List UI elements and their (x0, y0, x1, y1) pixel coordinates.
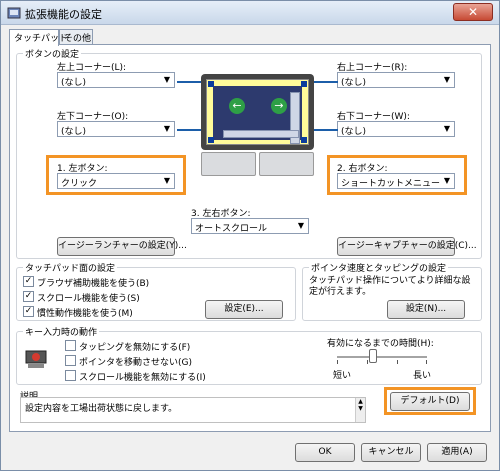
easy-capture-button[interactable]: イージーキャプチャーの設定(C)... (337, 237, 477, 256)
slider-tick (367, 360, 368, 364)
delay-slider-track[interactable] (337, 356, 427, 358)
chevron-down-icon: ▼ (163, 176, 170, 185)
corner-marker-icon (301, 81, 307, 87)
freeze-pointer-checkbox[interactable] (65, 355, 76, 366)
keyboard-icon (25, 350, 47, 368)
touchpad-screen: ← → (213, 86, 302, 144)
disable-tapping-checkbox[interactable] (65, 340, 76, 351)
description-box: 設定内容を工場出荷状態に戻します。 ▲ ▼ (20, 397, 366, 423)
window-title: 拡張機能の設定 (25, 8, 102, 21)
chevron-down-icon: ▼ (163, 75, 170, 84)
tab-panel: ボタンの設定 左上コーナー(L): (なし) ▼ 右上コーナー(R): (なし)… (9, 44, 491, 432)
long-label: 長い (413, 371, 432, 381)
touchpad-left-button (201, 152, 256, 176)
scroll-label: スクロール機能を使う(S) (37, 294, 140, 304)
slider-tick (397, 360, 398, 364)
disable-tapping-label: タッピングを無効にする(F) (79, 343, 191, 353)
touchpad-illustration: ← → (201, 74, 314, 150)
bottom-right-value: (なし) (341, 127, 367, 137)
left-button-select[interactable]: クリック ▼ (57, 173, 175, 189)
browser-assist-checkbox[interactable]: ✓ (23, 276, 34, 287)
chevron-down-icon: ▼ (297, 221, 304, 230)
bottom-left-select[interactable]: (なし) ▼ (57, 121, 175, 137)
top-left-value: (なし) (61, 78, 87, 88)
chevron-down-icon: ▼ (443, 124, 450, 133)
delay-label: 有効になるまでの時間(H): (327, 339, 434, 349)
chevron-down-icon: ▼ (443, 75, 450, 84)
pointer-speed-settings-button[interactable]: 設定(N)... (387, 300, 465, 319)
top-left-select[interactable]: (なし) ▼ (57, 72, 175, 88)
arrow-right-icon: → (271, 98, 287, 114)
surface-settings-button[interactable]: 設定(E)... (205, 300, 283, 319)
app-icon (7, 7, 21, 19)
disable-scroll-checkbox[interactable] (65, 370, 76, 381)
arrow-left-icon: ← (229, 98, 245, 114)
key-input-group: キー入力時の動作 タッピングを無効にする(F) ポインタを移動させない(G) ス… (16, 325, 482, 385)
bottom-right-select[interactable]: (なし) ▼ (337, 121, 455, 137)
delay-slider-thumb[interactable] (368, 349, 377, 363)
corner-marker-icon (301, 137, 307, 143)
left-button-value: クリック (61, 179, 98, 189)
inertia-label: 慣性動作機能を使う(M) (37, 309, 133, 319)
corner-marker-icon (208, 137, 214, 143)
pointer-speed-title: ポインタ速度とタッピングの設定 (309, 261, 449, 274)
title-bar: 拡張機能の設定 ✕ (1, 1, 499, 25)
ok-button[interactable]: OK (295, 443, 355, 462)
freeze-pointer-label: ポインタを移動させない(G) (79, 358, 192, 368)
pointer-speed-group: ポインタ速度とタッピングの設定 タッチパッド操作についてより詳細な設定が行えます… (302, 261, 482, 321)
key-input-title: キー入力時の動作 (23, 325, 100, 338)
touchpad-right-button (259, 152, 314, 176)
description-text: 設定内容を工場出荷状態に戻します。 (25, 404, 178, 414)
surface-settings-title: タッチパッド面の設定 (23, 261, 118, 274)
slider-tick (426, 360, 427, 364)
default-button[interactable]: デフォルト(D) (390, 392, 470, 411)
button-settings-group: ボタンの設定 左上コーナー(L): (なし) ▼ 右上コーナー(R): (なし)… (16, 47, 482, 259)
browser-assist-label: ブラウザ補助機能を使う(B) (37, 279, 150, 289)
horizontal-scroll-icon (223, 130, 299, 138)
pointer-speed-text: タッチパッド操作についてより詳細な設定が行えます。 (309, 276, 471, 297)
disable-scroll-label: スクロール機能を無効にする(I) (79, 373, 206, 383)
chevron-down-icon: ▼ (443, 176, 450, 185)
touchpad-surface: ← → (206, 79, 309, 145)
description-scrollbar[interactable]: ▲ ▼ (355, 398, 365, 422)
top-right-value: (なし) (341, 78, 367, 88)
top-right-select[interactable]: (なし) ▼ (337, 72, 455, 88)
apply-button[interactable]: 適用(A) (427, 443, 487, 462)
corner-marker-icon (208, 81, 214, 87)
settings-window: 拡張機能の設定 ✕ タッチパッド その他 ボタンの設定 左上コーナー(L): (… (0, 0, 500, 471)
slider-tick (337, 360, 338, 364)
surface-settings-group: タッチパッド面の設定 ✓ ブラウザ補助機能を使う(B) ✓ スクロール機能を使う… (16, 261, 296, 321)
both-buttons-value: オートスクロール (195, 224, 268, 234)
cancel-button[interactable]: キャンセル (361, 443, 421, 462)
right-button-value: ショートカットメニュー (341, 179, 441, 189)
inertia-checkbox[interactable]: ✓ (23, 306, 34, 317)
close-button[interactable]: ✕ (453, 3, 493, 21)
short-label: 短い (333, 371, 352, 381)
chevron-down-icon: ▼ (163, 124, 170, 133)
bottom-left-value: (なし) (61, 127, 87, 137)
tab-touchpad[interactable]: タッチパッド (9, 29, 68, 46)
easy-launcher-button[interactable]: イージーランチャーの設定(Y)... (57, 237, 187, 256)
button-settings-title: ボタンの設定 (23, 47, 82, 60)
scroll-checkbox[interactable]: ✓ (23, 291, 34, 302)
both-buttons-select[interactable]: オートスクロール ▼ (191, 218, 309, 234)
right-button-select[interactable]: ショートカットメニュー ▼ (337, 173, 455, 189)
